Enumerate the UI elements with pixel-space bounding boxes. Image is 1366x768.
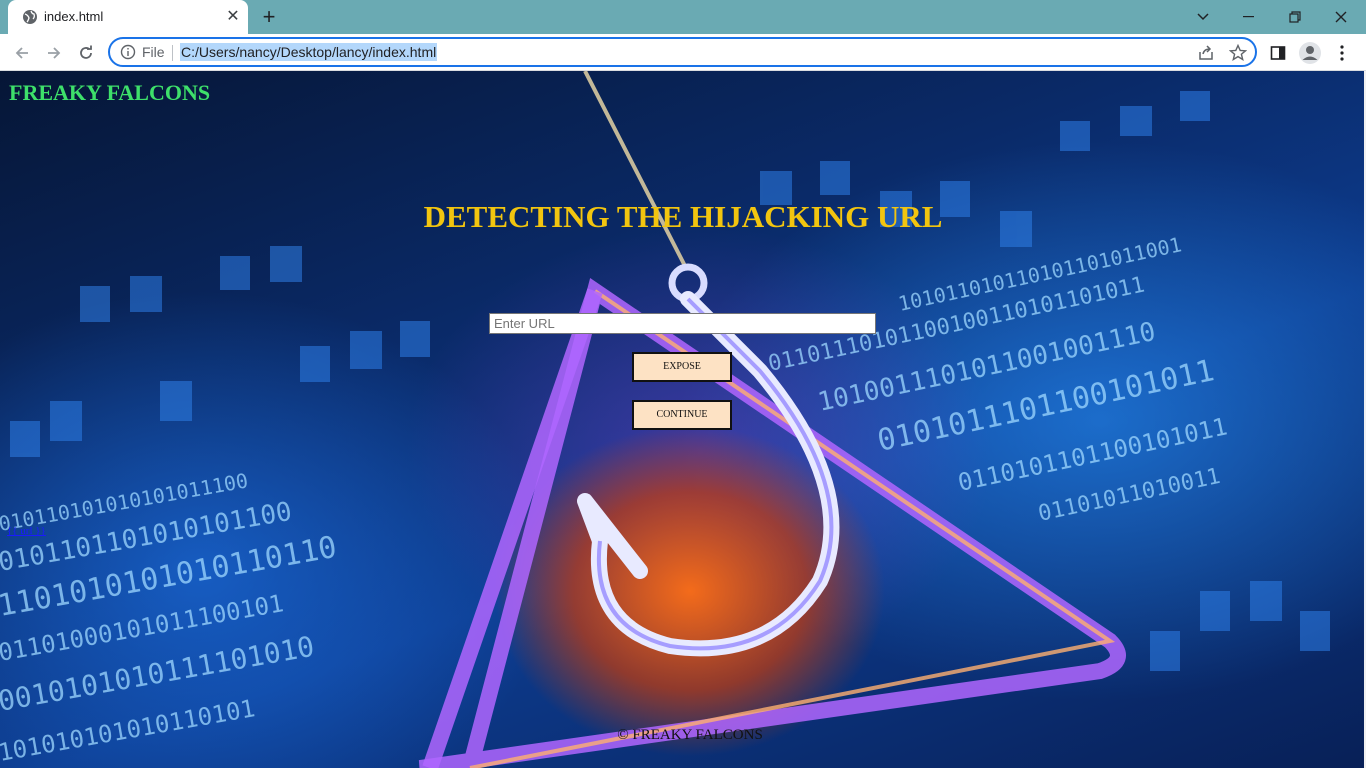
tab-title: index.html [44, 9, 104, 24]
menu-button[interactable] [1328, 39, 1356, 67]
tab-search-icon[interactable] [1180, 3, 1226, 31]
address-bar[interactable]: File C:/Users/nancy/Desktop/lancy/index.… [108, 37, 1257, 67]
file-scheme-label: File [142, 44, 165, 60]
new-tab-button[interactable]: + [256, 5, 282, 31]
bookmark-star-icon[interactable] [1229, 44, 1247, 62]
brand-title: FREAKY FALCONS [9, 80, 211, 105]
minimize-button[interactable] [1226, 3, 1272, 31]
restore-button[interactable] [1272, 3, 1318, 31]
reload-button[interactable] [72, 39, 100, 67]
url-input[interactable] [489, 313, 876, 334]
continue-button[interactable]: CONTINUE [632, 400, 732, 430]
side-panel-button[interactable] [1264, 39, 1292, 67]
footer-copyright: © FREAKY FALCONS [617, 727, 763, 743]
url-text[interactable]: C:/Users/nancy/Desktop/lancy/index.html [180, 43, 438, 61]
avatar-icon [1299, 42, 1321, 64]
kebab-menu-icon [1340, 45, 1344, 61]
browser-tab[interactable]: index.html ✕ [8, 0, 248, 34]
profile-button[interactable] [1296, 39, 1324, 67]
globe-icon [23, 10, 37, 24]
side-panel-icon [1270, 46, 1286, 60]
url-template-link[interactable]: {{ url }} [7, 525, 46, 537]
page-viewport: 01101110101100100110101101011 1010011101… [0, 71, 1364, 768]
arrow-right-icon [48, 47, 61, 59]
back-button[interactable] [8, 39, 36, 67]
reload-icon [80, 45, 92, 59]
forward-button[interactable] [40, 39, 68, 67]
share-icon[interactable] [1197, 44, 1215, 62]
expose-button[interactable]: EXPOSE [632, 352, 732, 382]
close-tab-icon[interactable]: ✕ [224, 8, 242, 26]
close-window-button[interactable] [1318, 3, 1364, 31]
address-separator [172, 45, 173, 61]
browser-toolbar: File C:/Users/nancy/Desktop/lancy/index.… [0, 34, 1366, 71]
info-icon[interactable] [120, 44, 136, 60]
arrow-left-icon [15, 47, 28, 59]
page-headline: DETECTING THE HIJACKING URL [423, 199, 943, 234]
tab-strip: index.html ✕ + [0, 0, 1366, 34]
